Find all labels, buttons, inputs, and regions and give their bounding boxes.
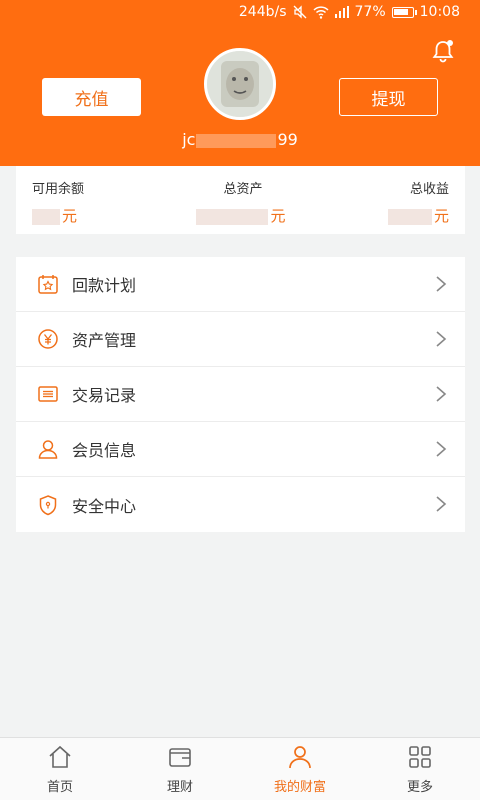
withdraw-button[interactable]: 提现 bbox=[339, 78, 438, 116]
menu-label: 回款计划 bbox=[72, 276, 137, 295]
header: 244b/s 77% 10:08 充值 提现 jc 99 bbox=[0, 0, 480, 166]
menu-label: 会员信息 bbox=[72, 441, 137, 460]
grid-icon bbox=[409, 746, 431, 768]
battery-percent: 77% bbox=[354, 4, 386, 20]
avatar-face-image bbox=[207, 51, 273, 117]
menu-label: 安全中心 bbox=[72, 496, 137, 516]
available-balance-label: 可用余额 bbox=[32, 182, 85, 197]
chevron-right-icon bbox=[436, 331, 447, 347]
username-suffix: 99 bbox=[277, 130, 298, 149]
tab-my-wealth[interactable]: 我的财富 bbox=[240, 738, 360, 800]
status-bar: 244b/s 77% 10:08 bbox=[0, 0, 480, 26]
network-speed: 244b/s bbox=[238, 4, 287, 20]
available-balance: 可用余额 元 bbox=[32, 178, 84, 226]
chevron-right-icon bbox=[436, 276, 447, 292]
chevron-right-icon bbox=[436, 441, 447, 457]
avatar[interactable] bbox=[204, 48, 276, 120]
account-menu: 回款计划 资产管理 交易记录 会员信息 安全中心 bbox=[16, 257, 465, 532]
total-earnings-mask bbox=[387, 208, 432, 225]
tab-label: 更多 bbox=[406, 780, 433, 795]
menu-label: 交易记录 bbox=[72, 386, 137, 405]
notification-bell-icon[interactable] bbox=[430, 38, 456, 64]
tab-label: 我的财富 bbox=[273, 780, 326, 795]
person-icon bbox=[289, 746, 311, 769]
total-assets-mask bbox=[196, 208, 269, 225]
tab-more[interactable]: 更多 bbox=[360, 738, 480, 800]
tab-home[interactable]: 首页 bbox=[0, 738, 120, 800]
total-assets-unit: 元 bbox=[270, 207, 286, 225]
tab-finance[interactable]: 理财 bbox=[120, 738, 240, 800]
clock: 10:08 bbox=[419, 4, 460, 20]
username-mask bbox=[196, 133, 277, 148]
menu-item-transaction-records[interactable]: 交易记录 bbox=[16, 367, 465, 422]
total-assets-label: 总资产 bbox=[223, 182, 263, 197]
tab-label: 理财 bbox=[166, 780, 193, 795]
username: jc 99 bbox=[0, 130, 480, 149]
total-earnings: 总收益 元 bbox=[387, 178, 449, 226]
menu-label: 资产管理 bbox=[72, 331, 137, 350]
wifi-icon bbox=[312, 6, 329, 19]
calendar-star-icon bbox=[36, 272, 60, 296]
bottom-tab-bar: 首页 理财 我的财富 更多 bbox=[0, 737, 480, 800]
available-balance-unit: 元 bbox=[62, 207, 78, 225]
asset-summary: 可用余额 元 总资产 元 总收益 元 bbox=[16, 166, 465, 234]
home-icon bbox=[49, 745, 71, 768]
tab-label: 首页 bbox=[46, 780, 73, 795]
shield-icon bbox=[36, 493, 60, 517]
total-assets: 总资产 元 bbox=[196, 178, 288, 226]
menu-item-asset-management[interactable]: 资产管理 bbox=[16, 312, 465, 367]
menu-item-repayment-plan[interactable]: 回款计划 bbox=[16, 257, 465, 312]
recharge-button[interactable]: 充值 bbox=[42, 78, 141, 116]
battery-icon bbox=[391, 6, 417, 18]
chevron-right-icon bbox=[436, 496, 447, 512]
receipt-icon bbox=[36, 382, 60, 406]
total-earnings-unit: 元 bbox=[433, 207, 449, 225]
menu-item-member-info[interactable]: 会员信息 bbox=[16, 422, 465, 477]
menu-item-security-center[interactable]: 安全中心 bbox=[16, 477, 465, 532]
signal-icon bbox=[334, 6, 349, 18]
chevron-right-icon bbox=[436, 386, 447, 402]
yuan-coin-icon bbox=[36, 327, 60, 351]
user-icon bbox=[36, 437, 60, 461]
wallet-icon bbox=[169, 748, 191, 767]
available-balance-mask bbox=[32, 208, 60, 225]
mute-icon bbox=[293, 5, 306, 19]
total-earnings-label: 总收益 bbox=[409, 182, 449, 197]
username-prefix: jc bbox=[182, 130, 196, 149]
